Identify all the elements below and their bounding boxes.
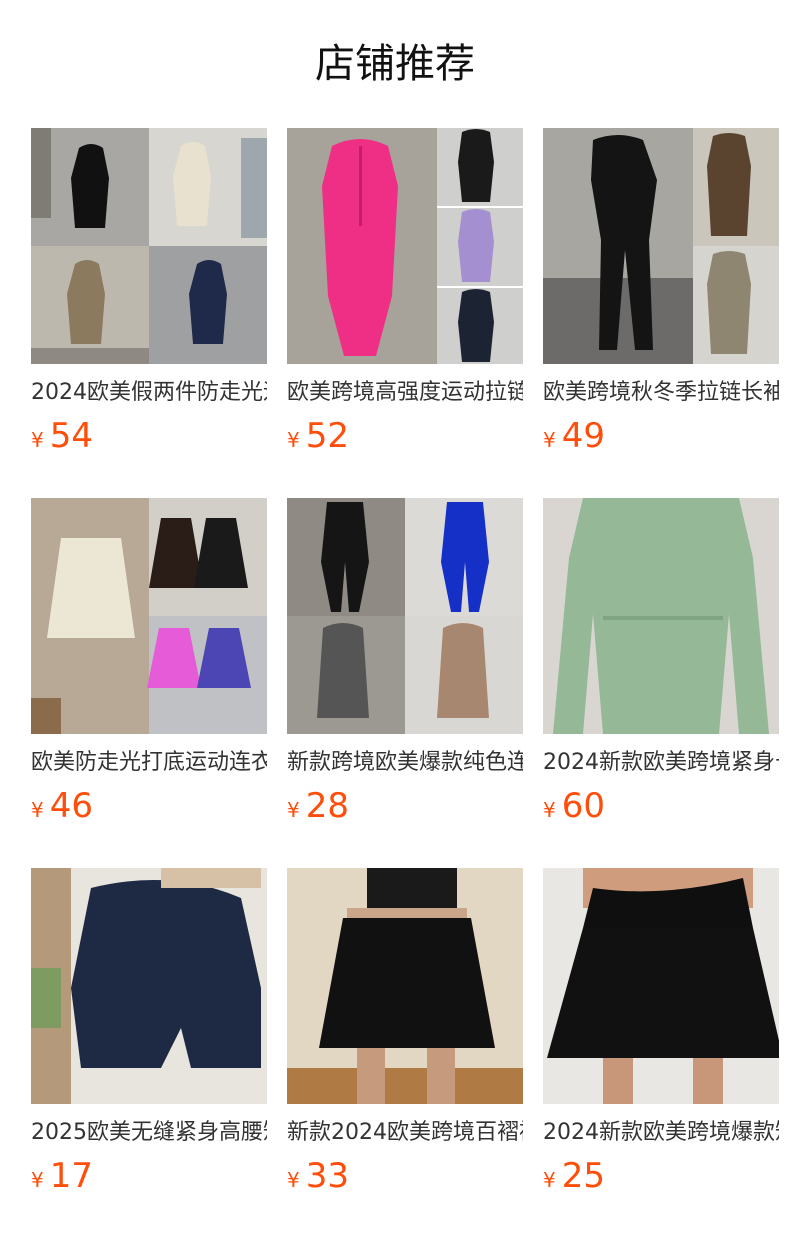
product-card[interactable]: 新款2024欧美跨境百褶裙 ¥33 [287,868,523,1238]
product-image[interactable] [31,498,267,734]
product-name: 欧美防走光打底运动连衣裙 [31,750,267,775]
currency-symbol: ¥ [287,798,300,822]
product-name: 新款跨境欧美爆款纯色连体裤 [287,750,523,775]
product-price: ¥28 [287,786,523,826]
product-name: 欧美跨境秋冬季拉链长袖连体衣 [543,380,779,405]
product-card[interactable]: 欧美跨境高强度运动拉链连体裤 ¥52 [287,128,523,498]
page-title: 店铺推荐 [315,41,475,87]
product-price: ¥60 [543,786,779,826]
product-price: ¥49 [543,416,779,456]
product-name: 欧美跨境高强度运动拉链连体裤 [287,380,523,405]
product-name: 2024欧美假两件防走光运动连衣裙 [31,380,267,405]
price-value: 17 [49,1156,93,1196]
product-name: 2024新款欧美跨境紧身长袖上衣 [543,750,779,775]
currency-symbol: ¥ [31,428,44,452]
price-value: 49 [561,416,605,456]
price-value: 28 [305,786,349,826]
product-image[interactable] [543,498,779,734]
product-image[interactable] [287,128,523,364]
currency-symbol: ¥ [31,798,44,822]
product-name: 新款2024欧美跨境百褶裙 [287,1120,523,1145]
product-card[interactable]: 新款跨境欧美爆款纯色连体裤 ¥28 [287,498,523,868]
price-value: 25 [561,1156,605,1196]
price-value: 60 [561,786,605,826]
price-value: 33 [305,1156,349,1196]
currency-symbol: ¥ [543,428,556,452]
currency-symbol: ¥ [543,1168,556,1192]
product-card[interactable]: 2024新款欧美跨境紧身长袖上衣 ¥60 [543,498,779,868]
product-price: ¥25 [543,1156,779,1196]
product-image[interactable] [287,498,523,734]
price-value: 52 [305,416,349,456]
product-card[interactable]: 2024欧美假两件防走光运动连衣裙 ¥54 [31,128,267,498]
currency-symbol: ¥ [287,1168,300,1192]
currency-symbol: ¥ [31,1168,44,1192]
product-card[interactable]: 2025欧美无缝紧身高腰短裤 ¥17 [31,868,267,1238]
product-name: 2025欧美无缝紧身高腰短裤 [31,1120,267,1145]
product-price: ¥46 [31,786,267,826]
product-image[interactable] [287,868,523,1104]
product-card[interactable]: 欧美跨境秋冬季拉链长袖连体衣 ¥49 [543,128,779,498]
product-image[interactable] [543,868,779,1104]
product-card[interactable]: 欧美防走光打底运动连衣裙 ¥46 [31,498,267,868]
product-price: ¥17 [31,1156,267,1196]
product-card[interactable]: 2024新款欧美跨境爆款短裙 ¥25 [543,868,779,1238]
product-grid: 2024欧美假两件防走光运动连衣裙 ¥54 欧美跨境高强度运动拉链连体裤 ¥52 [31,128,779,1238]
product-price: ¥33 [287,1156,523,1196]
product-image[interactable] [543,128,779,364]
product-price: ¥52 [287,416,523,456]
product-image[interactable] [31,128,267,364]
product-price: ¥54 [31,416,267,456]
product-image[interactable] [31,868,267,1104]
price-value: 46 [49,786,93,826]
product-name: 2024新款欧美跨境爆款短裙 [543,1120,779,1145]
currency-symbol: ¥ [543,798,556,822]
price-value: 54 [49,416,93,456]
currency-symbol: ¥ [287,428,300,452]
